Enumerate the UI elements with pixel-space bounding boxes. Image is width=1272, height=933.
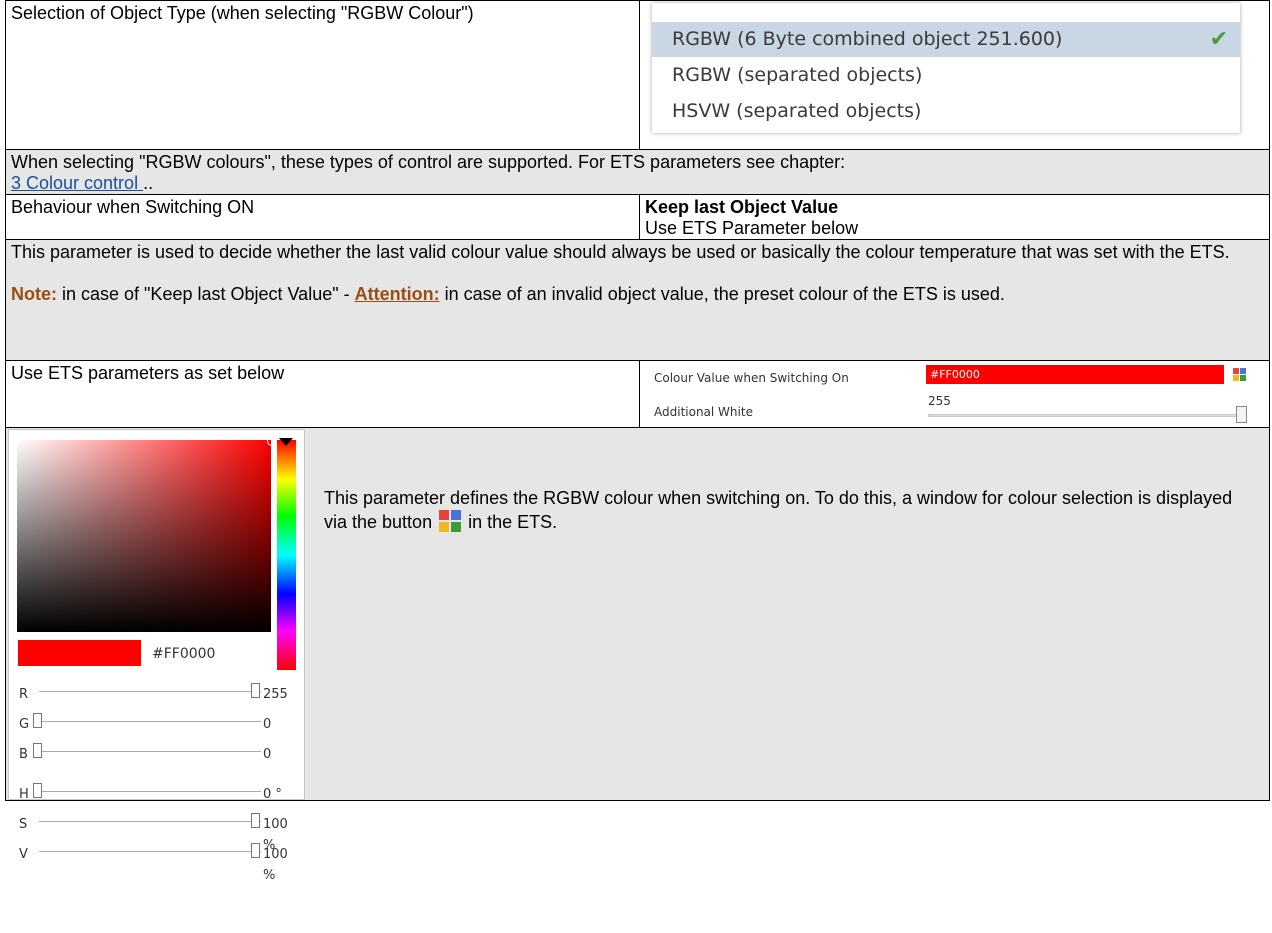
hue-marker[interactable] <box>279 438 293 446</box>
slider-track[interactable] <box>39 751 261 752</box>
dropdown-option-rgbw-combined[interactable]: RGBW (6 Byte combined object 251.600) ✔ <box>652 22 1240 57</box>
switch-on-label-cell: Behaviour when Switching ON <box>5 194 640 240</box>
colour-value-field[interactable]: #FF0000 <box>926 365 1224 384</box>
additional-white-slider-thumb[interactable] <box>1236 406 1247 423</box>
picker-desc-cell: #FF0000 R 255 G 0 B 0 H 0 ° S 100 % V 100 % This pa… <box>5 427 1270 883</box>
switch-on-option-use-ets: Use ETS Parameter below <box>645 218 859 238</box>
slider-label: S <box>19 817 28 832</box>
switch-on-desc-cell: This parameter is used to decide whether… <box>5 239 1270 361</box>
colour-selection-marker[interactable] <box>267 436 277 446</box>
parameter-table: Selection of Object Type (when selecting… <box>5 0 1270 883</box>
colour-value-label: Colour Value when Switching On <box>654 371 849 385</box>
chapter-link[interactable]: 3 Colour control <box>11 173 143 193</box>
object-type-label: Selection of Object Type (when selecting… <box>11 3 474 23</box>
colour-types-desc-text: When selecting "RGBW colours", these typ… <box>11 152 846 172</box>
slider-thumb[interactable] <box>251 813 260 828</box>
ets-params-label: Use ETS parameters as set below <box>11 363 285 383</box>
slider-value: 100 % <box>263 847 288 883</box>
slider-track[interactable] <box>39 721 261 722</box>
slider-label: V <box>19 847 28 862</box>
switch-on-desc-text: This parameter is used to decide whether… <box>11 242 1230 262</box>
slider-r[interactable]: R 255 <box>19 682 294 702</box>
colour-types-desc-cell: When selecting "RGBW colours", these typ… <box>5 149 1270 195</box>
attention-label: Attention: <box>354 284 440 304</box>
checkmark-icon: ✔ <box>1209 27 1228 52</box>
colour-picker-button-icon <box>439 510 462 532</box>
chapter-link-suffix: .. <box>143 173 154 193</box>
slider-value: 0 <box>263 747 272 762</box>
slider-label: R <box>19 687 29 702</box>
object-type-dropdown-cell: RGBW (6 Byte combined object 251.600) ✔ … <box>639 0 1270 150</box>
slider-b[interactable]: B0 <box>19 742 294 762</box>
slider-thumb[interactable] <box>251 683 260 698</box>
slider-track[interactable] <box>39 791 261 792</box>
slider-h[interactable]: H 0 ° <box>19 782 294 802</box>
slider-thumb[interactable] <box>33 713 42 728</box>
slider-thumb[interactable] <box>33 743 42 758</box>
colour-picker-button-icon[interactable] <box>1233 368 1247 382</box>
saturation-value-field[interactable] <box>17 440 271 632</box>
note-label: Note: <box>11 284 57 304</box>
additional-white-slider-track[interactable] <box>928 414 1244 417</box>
picker-desc-after: in the ETS. <box>463 512 558 532</box>
slider-track[interactable] <box>39 851 261 852</box>
object-type-label-cell: Selection of Object Type (when selecting… <box>5 0 640 150</box>
colour-preview-swatch <box>18 640 141 666</box>
object-type-dropdown[interactable]: RGBW (6 Byte combined object 251.600) ✔ … <box>652 3 1240 133</box>
switch-on-label: Behaviour when Switching ON <box>11 197 255 217</box>
ets-params-panel: Colour Value when Switching On #FF0000 A… <box>640 361 1269 425</box>
slider-thumb[interactable] <box>33 783 42 798</box>
dropdown-option-label: RGBW (6 Byte combined object 251.600) <box>672 28 1063 50</box>
note-paragraph: Note: in case of "Keep last Object Value… <box>11 284 1264 305</box>
attention-text: in case of an invalid object value, the … <box>439 284 1005 304</box>
dropdown-option-rgbw-separated[interactable]: RGBW (separated objects) <box>652 58 1240 93</box>
slider-s[interactable]: S 100 % <box>19 812 294 853</box>
slider-value: 255 <box>263 687 288 702</box>
ets-params-label-cell: Use ETS parameters as set below <box>5 360 640 428</box>
slider-v[interactable]: V 100 % <box>19 842 294 883</box>
switch-on-option-keep-last: Keep last Object Value <box>645 197 839 217</box>
note-text: in case of "Keep last Object Value" - <box>57 284 355 304</box>
dropdown-option-label: RGBW (separated objects) <box>672 64 923 86</box>
dropdown-option-hsvw-separated[interactable]: HSVW (separated objects) <box>652 94 1240 129</box>
slider-track[interactable] <box>39 821 261 822</box>
picker-desc-text: This parameter defines the RGBW colour w… <box>324 487 1244 534</box>
slider-value: 0 <box>263 717 272 732</box>
switch-on-options-cell: Keep last Object Value Use ETS Parameter… <box>639 194 1270 240</box>
hex-value: #FF0000 <box>152 646 216 662</box>
slider-track[interactable] <box>39 691 261 692</box>
colour-picker-window: #FF0000 R 255 G 0 B 0 H 0 ° S 100 % V 100 % <box>8 429 305 883</box>
slider-value: 0 ° <box>263 787 282 802</box>
slider-label: B <box>19 747 28 762</box>
additional-white-label: Additional White <box>654 405 753 419</box>
slider-label: H <box>19 787 29 802</box>
slider-thumb[interactable] <box>251 843 260 858</box>
additional-white-value: 255 <box>928 394 951 408</box>
ets-params-cell: Colour Value when Switching On #FF0000 A… <box>639 360 1270 428</box>
slider-label: G <box>19 717 30 732</box>
dropdown-option-label: HSVW (separated objects) <box>672 100 922 122</box>
slider-g[interactable]: G0 <box>19 712 294 732</box>
hue-bar[interactable] <box>277 440 296 670</box>
